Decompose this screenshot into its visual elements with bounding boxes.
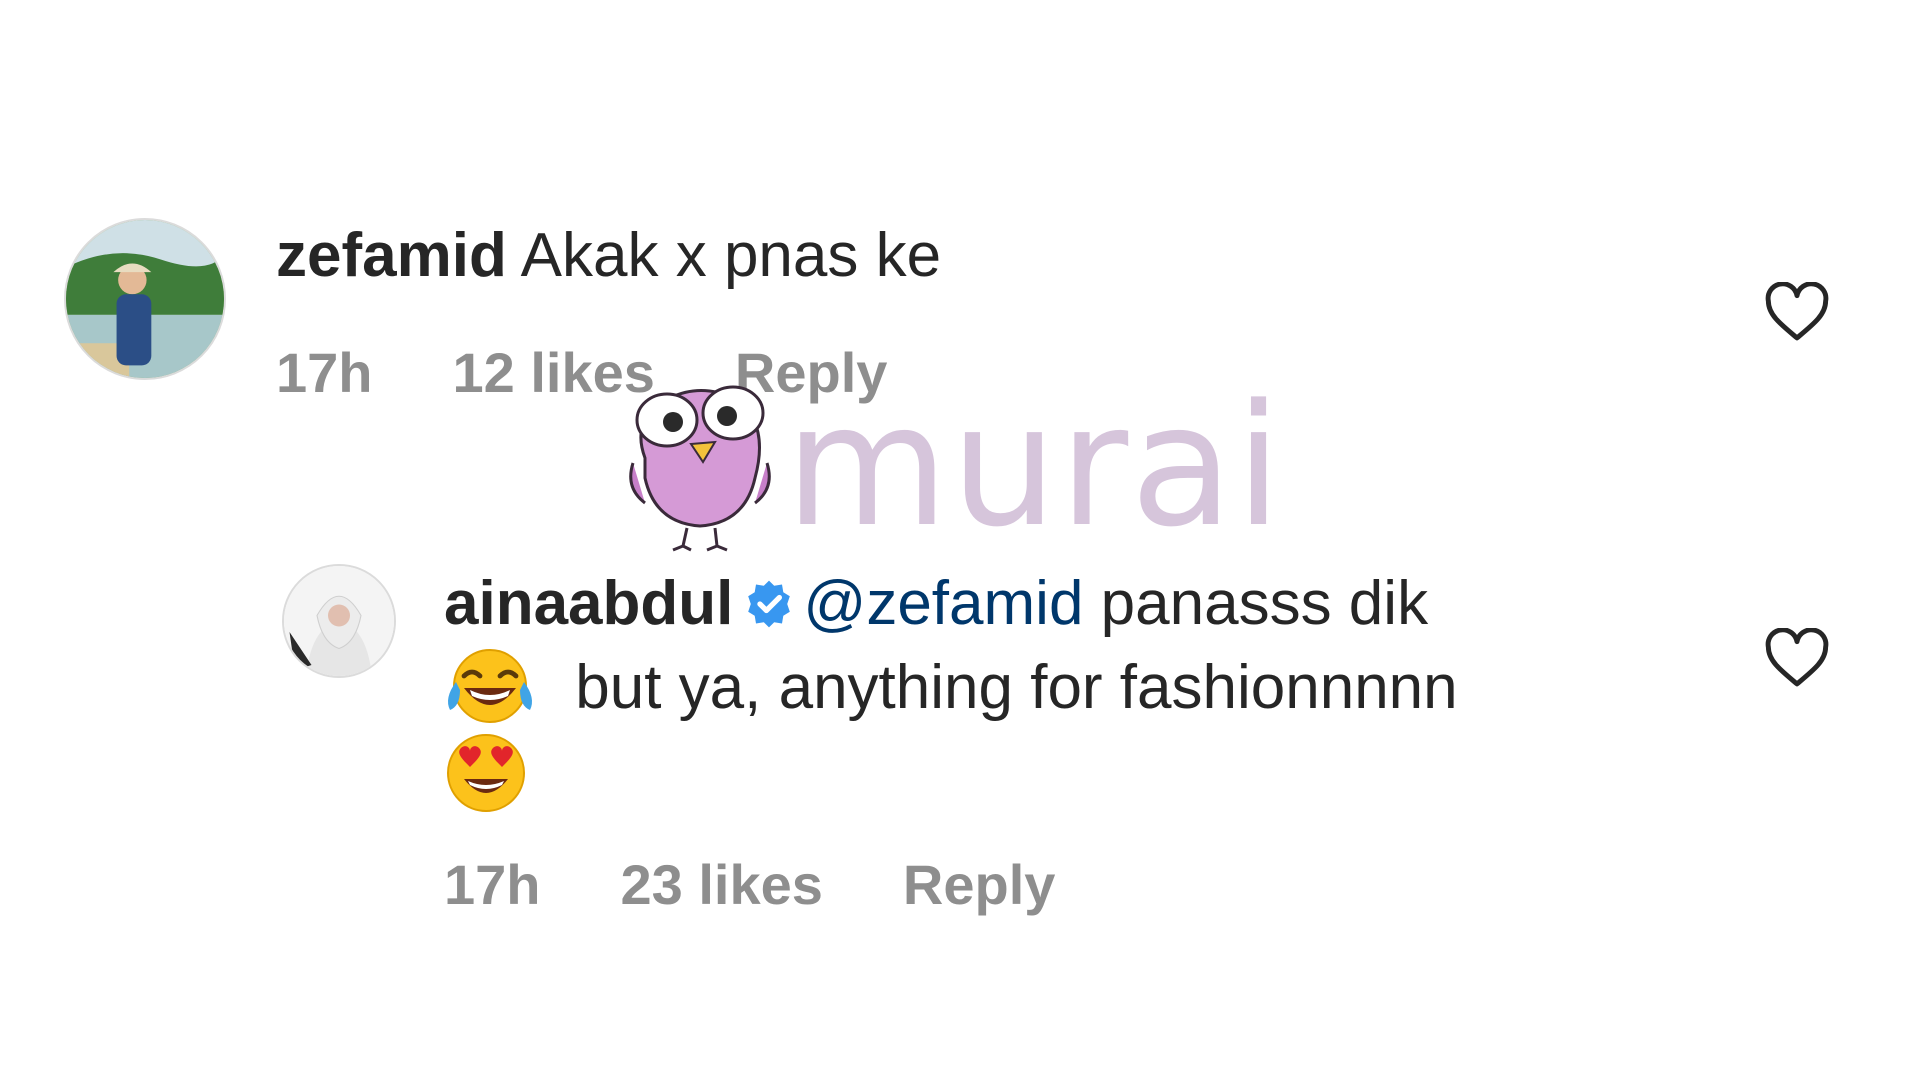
watermark-text: murai	[785, 368, 1284, 564]
avatar-image	[284, 566, 394, 676]
verified-badge-icon	[748, 580, 791, 628]
owl-icon	[629, 385, 771, 552]
comment-text-line1: panasss dik	[1100, 569, 1429, 638]
comment-username[interactable]: ainaabdul	[444, 569, 733, 638]
avatar-image	[66, 220, 224, 378]
face-with-tears-of-joy-icon	[448, 648, 532, 723]
comment-text: Akak x pnas ke	[520, 221, 942, 290]
avatar-zefamid[interactable]	[64, 218, 226, 380]
comment-username[interactable]: zefamid	[276, 221, 507, 290]
like-heart-icon[interactable]	[1764, 282, 1830, 342]
murai-watermark: murai	[625, 378, 1295, 554]
mention-link[interactable]: @zefamid	[803, 569, 1083, 638]
smiling-face-with-heart-eyes-icon	[447, 734, 525, 813]
comment-likes[interactable]: 23 likes	[621, 853, 823, 916]
comment-text-line2: but ya, anything for fashionnnnn	[575, 653, 1458, 722]
comment-time: 17h	[444, 853, 541, 916]
reply-button[interactable]: Reply	[903, 853, 1056, 916]
comment-time: 17h	[276, 341, 373, 404]
like-heart-icon[interactable]	[1764, 628, 1830, 688]
avatar-ainaabdul[interactable]	[282, 564, 396, 678]
